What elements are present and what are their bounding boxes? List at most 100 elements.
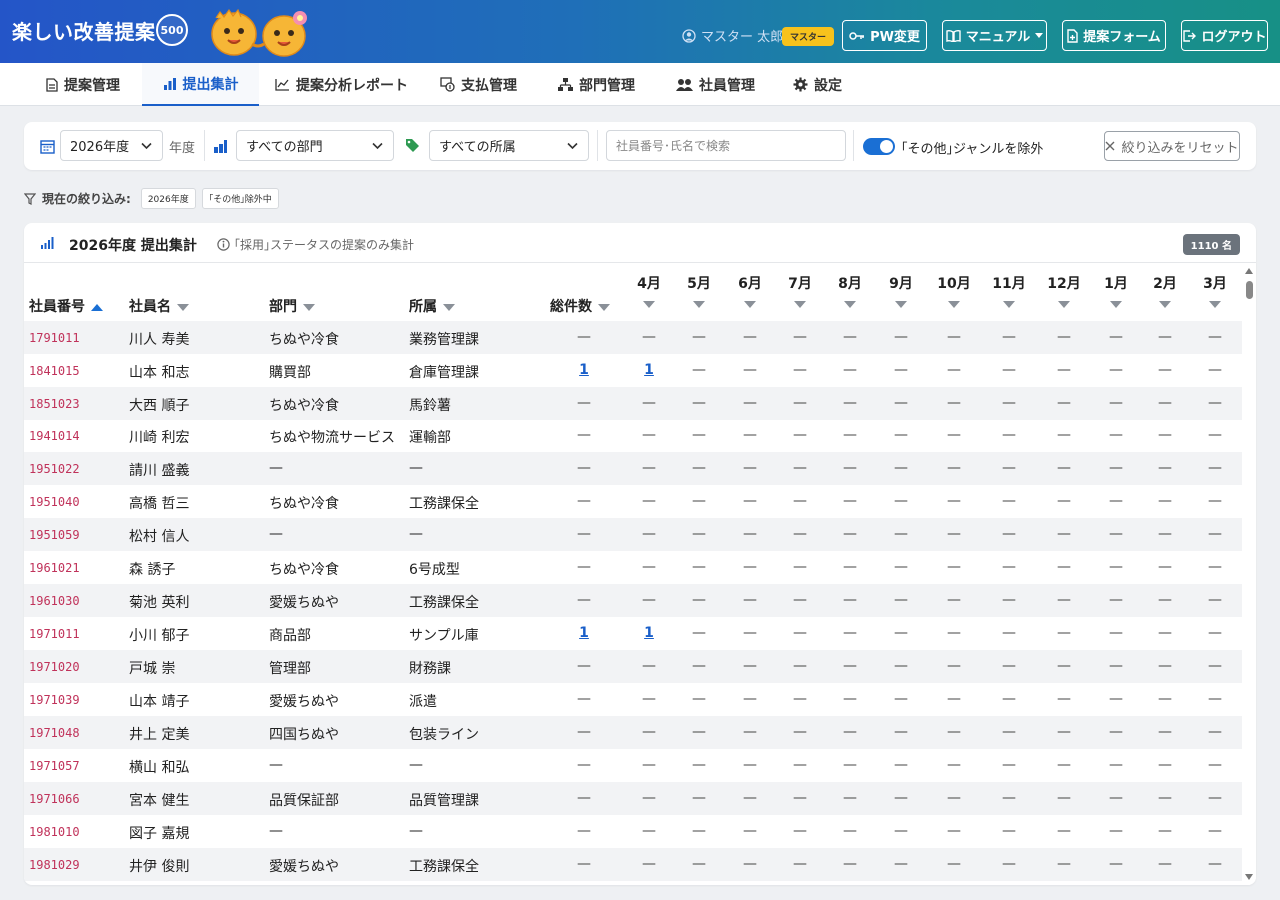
chevron-down-icon <box>567 142 578 150</box>
table-row[interactable]: 1951059 松村 信人 — — — — — — — — — — — — — — — <box>24 518 1242 551</box>
col-month-8[interactable]: 11月 <box>987 273 1031 308</box>
table-row[interactable]: 1971020 戸城 崇 管理部 財務課 — — — — — — — — — — — — — <box>24 650 1242 683</box>
col-month-9[interactable]: 12月 <box>1042 273 1086 308</box>
cell-month: — <box>843 493 857 509</box>
department-select[interactable]: すべての部門 <box>236 130 394 161</box>
table-row[interactable]: 1951040 高橋 哲三 ちぬや冷食 工務課保全 — — — — — — — — — — — — — <box>24 485 1242 518</box>
col-month-7[interactable]: 10月 <box>932 273 976 308</box>
cell-month: — <box>1002 658 1016 674</box>
cell-total[interactable]: 1 <box>564 625 604 641</box>
tab-payment-management[interactable]: 支払管理 <box>440 63 530 106</box>
sort-icon <box>1003 301 1015 308</box>
table-row[interactable]: 1971066 宮本 健生 品質保証部 品質管理課 — — — — — — — — — — — — — <box>24 782 1242 815</box>
scroll-up-icon[interactable] <box>1245 268 1253 274</box>
tab-proposal-management[interactable]: 提案管理 <box>24 63 142 106</box>
table-row[interactable]: 1971048 井上 定美 四国ちぬや 包装ライン — — — — — — — — — — — — — <box>24 716 1242 749</box>
cell-month: — <box>1057 691 1071 707</box>
table-row[interactable]: 1951022 請川 盛義 — — — — — — — — — — — — — — — <box>24 452 1242 485</box>
table-row[interactable]: 1971039 山本 靖子 愛媛ちぬや 派遣 — — — — — — — — — — — — — <box>24 683 1242 716</box>
table-row[interactable]: 1941014 川崎 利宏 ちぬや物流サービス 運輸部 — — — — — — — — — — — — — <box>24 419 1242 452</box>
table-row[interactable]: 1851023 大西 順子 ちぬや冷食 馬鈴薯 — — — — — — — — — — — — — <box>24 387 1242 420</box>
cell-month: — <box>894 427 908 443</box>
col-emp-id[interactable]: 社員番号 <box>29 296 103 316</box>
cell-department: 四国ちぬや <box>269 727 339 743</box>
table-row[interactable]: 1791011 川人 寿美 ちぬや冷食 業務管理課 — — — — — — — — — — — — — <box>24 321 1242 354</box>
cell-month: — <box>692 757 706 773</box>
col-department[interactable]: 部門 <box>269 296 315 316</box>
col-month-2[interactable]: 5月 <box>677 273 721 308</box>
cell-month: — <box>743 329 757 345</box>
cell-month: — <box>1057 526 1071 542</box>
cell-name: 横山 和弘 <box>129 760 190 776</box>
cell-total: — <box>577 526 591 542</box>
table-row[interactable]: 1981029 井伊 俊則 愛媛ちぬや 工務課保全 — — — — — — — — — — — — — <box>24 848 1242 881</box>
tab-analysis-report[interactable]: 提案分析レポート <box>275 63 415 106</box>
filter-chip-exclude: ｢その他｣除外中 <box>201 188 279 209</box>
scroll-thumb[interactable] <box>1246 281 1253 299</box>
cell-month: — <box>743 559 757 575</box>
cell-month: — <box>947 757 961 773</box>
cell-emp-id: 1971020 <box>29 660 80 674</box>
col-month-3[interactable]: 6月 <box>728 273 772 308</box>
col-month-11[interactable]: 2月 <box>1143 273 1187 308</box>
table-row[interactable]: 1841015 山本 和志 購買部 倉庫管理課 1 1 — — — — — — — — — — — <box>24 354 1242 387</box>
cell-month: — <box>1109 757 1123 773</box>
cell-month: — <box>642 658 656 674</box>
cell-month: — <box>1057 427 1071 443</box>
cell-month[interactable]: 1 <box>629 362 669 378</box>
user-name: マスター 太郎 <box>701 30 784 45</box>
sort-icon <box>177 303 189 311</box>
table-row[interactable]: 1981010 図子 嘉規 — — — — — — — — — — — — — — — <box>24 815 1242 848</box>
app-brand[interactable]: 楽しい改善提案 <box>12 16 156 45</box>
cell-month: — <box>894 526 908 542</box>
cell-total: — <box>577 724 591 740</box>
cell-month: — <box>894 493 908 509</box>
tab-employee-management[interactable]: 社員管理 <box>676 63 766 106</box>
cell-total[interactable]: 1 <box>564 362 604 378</box>
logout-button[interactable]: ログアウト <box>1181 20 1268 51</box>
cell-department: — <box>269 823 283 839</box>
year-select[interactable]: 2026年度 <box>60 130 163 161</box>
table-row[interactable]: 1971057 横山 和弘 — — — — — — — — — — — — — — — <box>24 749 1242 782</box>
col-month-12[interactable]: 3月 <box>1193 273 1237 308</box>
col-section[interactable]: 所属 <box>409 296 455 316</box>
col-month-10[interactable]: 1月 <box>1094 273 1138 308</box>
cell-month: — <box>743 526 757 542</box>
tab-submission-summary[interactable]: 提出集計 <box>142 63 259 106</box>
col-name[interactable]: 社員名 <box>129 296 189 316</box>
col-month-5[interactable]: 8月 <box>828 273 872 308</box>
col-month-1[interactable]: 4月 <box>627 273 671 308</box>
tab-settings[interactable]: 設定 <box>793 63 853 106</box>
cell-month: — <box>692 329 706 345</box>
col-total[interactable]: 総件数 <box>550 296 610 316</box>
exclude-other-toggle[interactable] <box>863 138 895 155</box>
section-select[interactable]: すべての所属 <box>429 130 589 161</box>
cell-name: 図子 嘉規 <box>129 826 190 842</box>
table-row[interactable]: 1961021 森 誘子 ちぬや冷食 6号成型 — — — — — — — — — — — — — <box>24 551 1242 584</box>
tab-department-management[interactable]: 部門管理 <box>558 63 648 106</box>
cell-department: 愛媛ちぬや <box>269 859 339 875</box>
col-month-label: 6月 <box>738 276 762 292</box>
exclude-other-label: ｢その他｣ジャンルを除外 <box>901 142 1044 157</box>
manual-dropdown-button[interactable]: マニュアル <box>942 20 1047 51</box>
table-row[interactable]: 1961030 菊池 英利 愛媛ちぬや 工務課保全 — — — — — — — — — — — — — <box>24 584 1242 617</box>
cell-month: — <box>1057 460 1071 476</box>
summary-note: ｢採用｣ステータスの提案のみ集計 <box>217 236 414 253</box>
proposal-form-button[interactable]: 提案フォーム <box>1062 20 1166 51</box>
cell-month: — <box>1158 329 1172 345</box>
main-nav: 提案管理 提出集計 提案分析レポート 支払管理 部門管理 社員管理 設定 <box>0 63 1280 106</box>
col-month-6[interactable]: 9月 <box>879 273 923 308</box>
caret-down-icon <box>1035 33 1044 38</box>
table-row[interactable]: 1971011 小川 郁子 商品部 サンプル庫 1 1 — — — — — — — — — — — <box>24 617 1242 650</box>
cell-month: — <box>1208 460 1222 476</box>
search-input[interactable]: 社員番号･氏名で検索 <box>606 130 846 161</box>
cell-month: — <box>1057 592 1071 608</box>
cell-month[interactable]: 1 <box>629 625 669 641</box>
cell-month: — <box>947 493 961 509</box>
scroll-down-icon[interactable] <box>1245 874 1253 880</box>
pw-change-button[interactable]: PW変更 <box>842 20 927 51</box>
table-scrollbar[interactable] <box>1242 263 1256 885</box>
reset-filters-button[interactable]: 絞り込みをリセット <box>1104 131 1240 161</box>
col-month-4[interactable]: 7月 <box>778 273 822 308</box>
cell-month: — <box>1057 823 1071 839</box>
